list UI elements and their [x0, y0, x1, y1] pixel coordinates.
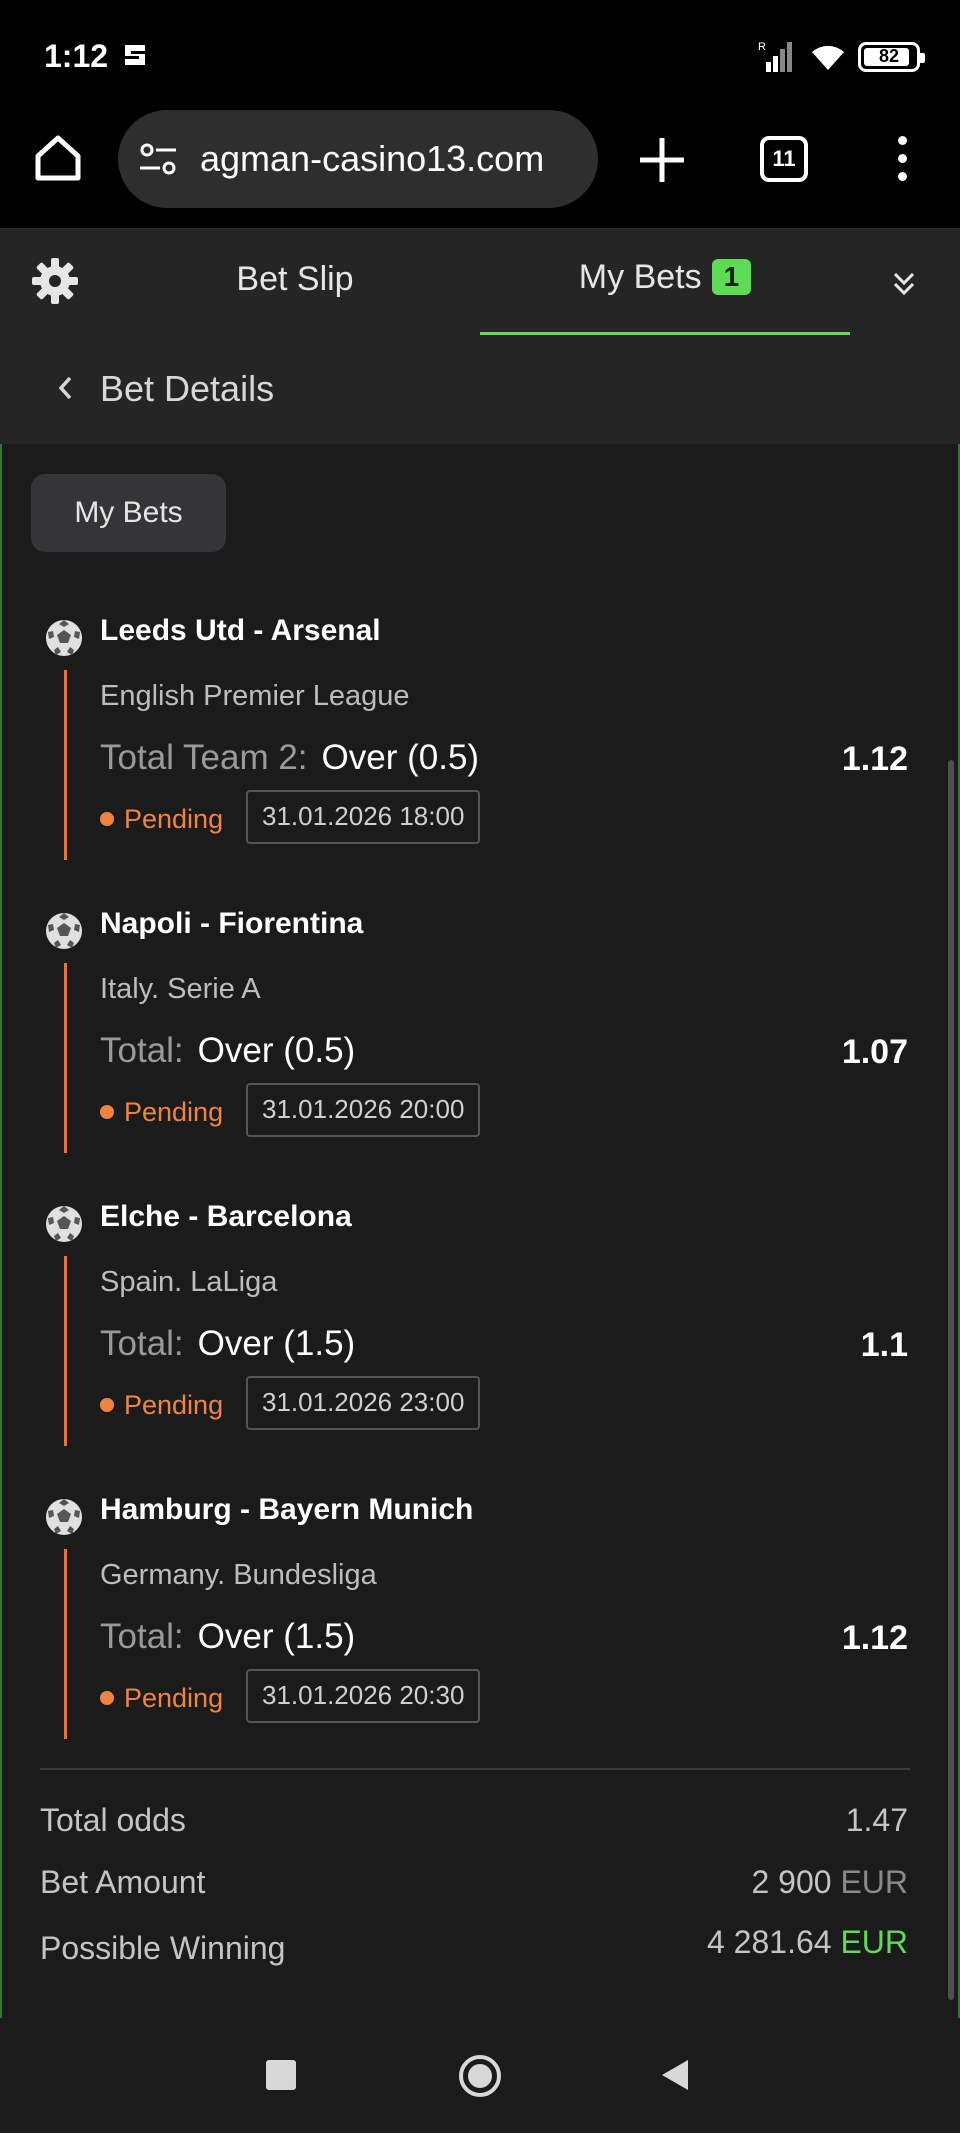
- total-odds-label: Total odds: [40, 1802, 186, 1838]
- event-datetime: 31.01.2026 20:30: [246, 1669, 481, 1723]
- bet-selection: Leeds Utd - Arsenal English Premier Leagu…: [0, 600, 960, 870]
- soccer-ball-icon: [44, 1204, 84, 1244]
- address-bar[interactable]: agman-casino13.com: [118, 110, 598, 208]
- tab-bet-slip[interactable]: Bet Slip: [200, 260, 390, 299]
- market-row: Total: Over (0.5): [100, 1031, 355, 1071]
- status-line: [64, 1549, 67, 1739]
- match-name: Elche - Barcelona: [100, 1200, 352, 1233]
- event-datetime: 31.01.2026 20:00: [246, 1083, 481, 1137]
- odds-value: 1.12: [841, 740, 908, 778]
- possible-winning-label: Possible Winning: [40, 1930, 286, 1966]
- double-chevron-down-icon[interactable]: [886, 266, 922, 302]
- status-badge: Pending: [100, 1683, 223, 1714]
- soccer-ball-icon: [44, 1497, 84, 1537]
- status-badge: Pending: [100, 1390, 223, 1421]
- total-odds-value: 1.47: [845, 1802, 908, 1838]
- bet-amount-number: 2 900: [751, 1864, 832, 1900]
- status-line: [64, 963, 67, 1153]
- odds-value: 1.12: [841, 1619, 908, 1657]
- league-name: Germany. Bundesliga: [100, 1559, 377, 1591]
- market-label: Total:: [100, 1617, 184, 1656]
- my-bets-count-badge: 1: [711, 259, 752, 295]
- selection-label: Over (1.5): [197, 1617, 356, 1656]
- active-tab-indicator: [480, 332, 850, 335]
- status-bar: 1:12 R 82: [0, 0, 960, 112]
- my-bets-filter-button[interactable]: My Bets: [31, 474, 226, 552]
- soccer-ball-icon: [44, 911, 84, 951]
- bet-selection: Elche - Barcelona Spain. LaLiga Total: Over…: [0, 1186, 960, 1456]
- selection-label: Over (1.5): [197, 1324, 356, 1363]
- bet-amount-currency: EUR: [840, 1864, 908, 1900]
- scrollbar[interactable]: [948, 760, 954, 2000]
- event-datetime: 31.01.2026 23:00: [246, 1376, 481, 1430]
- page-title: Bet Details: [100, 368, 275, 409]
- status-line: [64, 670, 67, 860]
- possible-winning-currency: EUR: [840, 1924, 908, 1960]
- battery-icon: 82: [858, 42, 925, 72]
- possible-winning-value: 4 281.64 EUR: [707, 1924, 908, 1961]
- tab-my-bets-label: My Bets: [578, 258, 702, 296]
- market-row: Total: Over (1.5): [100, 1617, 355, 1657]
- gear-icon[interactable]: [30, 256, 80, 306]
- svg-text:R: R: [758, 41, 766, 53]
- selection-label: Over (0.5): [197, 1031, 356, 1070]
- soccer-ball-icon: [44, 618, 84, 658]
- bet-selection: Napoli - Fiorentina Italy. Serie A Total: O…: [0, 893, 960, 1163]
- possible-winning-number: 4 281.64: [706, 1924, 832, 1960]
- match-name: Hamburg - Bayern Munich: [100, 1493, 474, 1526]
- tab-switcher-button[interactable]: 11: [760, 136, 808, 182]
- market-label: Total:: [100, 1324, 184, 1363]
- home-icon[interactable]: [30, 130, 86, 186]
- match-name: Napoli - Fiorentina: [100, 907, 364, 940]
- sim-icon: [125, 45, 145, 65]
- home-circle-icon[interactable]: [458, 2054, 502, 2098]
- site-settings-icon[interactable]: [138, 142, 178, 176]
- recents-icon[interactable]: [266, 2060, 296, 2090]
- status-badge: Pending: [100, 804, 223, 835]
- match-name: Leeds Utd - Arsenal: [100, 614, 381, 647]
- bet-selection: Hamburg - Bayern Munich Germany. Bundesli…: [0, 1479, 960, 1749]
- market-label: Total:: [100, 1031, 184, 1070]
- league-name: Italy. Serie A: [100, 973, 261, 1005]
- browser-menu-icon[interactable]: [888, 136, 916, 184]
- market-row: Total Team 2: Over (0.5): [100, 738, 479, 778]
- back-triangle-icon[interactable]: [660, 2058, 690, 2092]
- tab-my-bets[interactable]: My Bets 1: [480, 258, 850, 336]
- wifi-icon: [812, 45, 844, 70]
- odds-value: 1.07: [841, 1033, 908, 1071]
- signal-icon: R: [758, 41, 792, 72]
- bet-amount-label: Bet Amount: [40, 1864, 206, 1900]
- selection-label: Over (0.5): [321, 738, 480, 777]
- status-line: [64, 1256, 67, 1446]
- summary-divider: [40, 1768, 910, 1770]
- new-tab-icon[interactable]: [636, 134, 688, 186]
- event-datetime: 31.01.2026 18:00: [246, 790, 481, 844]
- chevron-left-icon[interactable]: [52, 370, 80, 406]
- market-label: Total Team 2:: [100, 738, 308, 777]
- league-name: Spain. LaLiga: [100, 1266, 278, 1298]
- market-row: Total: Over (1.5): [100, 1324, 355, 1364]
- odds-value: 1.1: [860, 1326, 908, 1364]
- battery-level: 82: [878, 46, 900, 66]
- status-badge: Pending: [100, 1097, 223, 1128]
- status-time: 1:12: [44, 38, 109, 74]
- league-name: English Premier League: [100, 680, 410, 712]
- bet-amount-value: 2 900 EUR: [751, 1864, 908, 1901]
- url-text[interactable]: agman-casino13.com: [200, 138, 585, 180]
